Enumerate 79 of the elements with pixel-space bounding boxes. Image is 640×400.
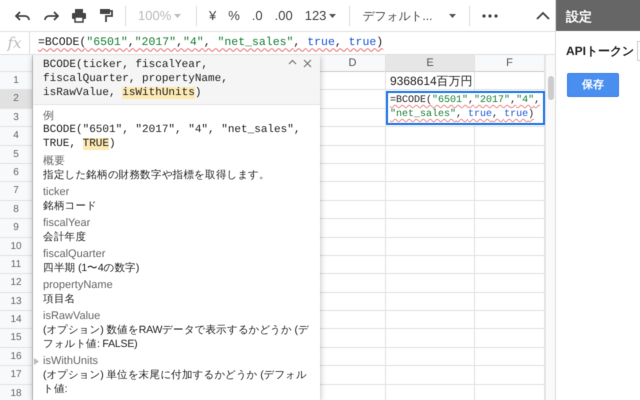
row-header[interactable]: 7 [0,182,33,201]
collapse-icon [536,11,550,20]
caret-icon [328,12,338,20]
formula-input[interactable]: =BCODE("6501","2017","4", "net_sales", true, true) [30,34,384,52]
corner-cell[interactable] [0,55,33,72]
table-cell[interactable] [386,164,475,182]
section-text: 指定した銘柄の財務数字や指標を取得します。 [43,168,271,182]
example-code: BCODE("6501", "2017", "4", "net_sales", TRUE, TRUE) [43,123,302,151]
decrease-decimals-button[interactable]: .0 [246,7,268,24]
row-header[interactable]: 1 [0,72,33,90]
table-cell[interactable] [386,200,475,220]
section-label: 例 [43,109,55,123]
row-header[interactable]: 18 [0,384,33,400]
table-cell[interactable] [386,146,475,164]
section-text: 銘柄コード [43,199,98,213]
section-label: ticker [43,185,70,199]
caret-icon [173,12,182,20]
scrollbar-track[interactable] [545,55,555,400]
table-cell[interactable] [386,292,475,312]
font-dropdown[interactable]: デフォルト... [357,8,462,24]
section-label: fiscalQuarter [43,247,106,261]
row-header[interactable]: 15 [0,329,33,348]
row-header[interactable]: 10 [0,238,33,256]
column-header[interactable]: D [320,55,386,72]
section-label: propertyName [43,278,114,292]
table-cell[interactable] [386,329,475,348]
cell-editor[interactable]: =BCODE("6501","2017","4", "net_sales", true, true) [386,91,545,125]
function-label: fx [0,32,30,54]
row-header[interactable]: 13 [0,292,33,312]
section-text: 項目名 [43,292,76,306]
row-header[interactable]: 3 [0,108,33,128]
print-icon [71,8,87,23]
panel-title: 設定 [556,0,640,31]
scrollbar-thumb[interactable] [548,76,554,100]
row-header[interactable]: 14 [0,311,33,330]
percent-button[interactable]: % [223,7,245,24]
column-header[interactable]: F [475,55,545,72]
section-label: fiscalYear [43,216,92,230]
function-signature: BCODE(ticker, fiscalYear, fiscalQuarter, propertyName, isRawValue, isWithUnits) [43,58,229,100]
table-cell[interactable] [386,311,475,330]
table-cell[interactable] [386,348,475,366]
redo-icon [43,8,59,22]
row-header[interactable]: 6 [0,164,33,182]
section-text: (オプション) 数値をRAWデータで表示するかどうか (デフォルト値: FALSE) [43,323,310,351]
table-cell[interactable] [386,274,475,293]
table-cell[interactable] [386,238,475,256]
column-header[interactable]: E [386,55,475,72]
save-button[interactable]: 保存 [567,73,619,97]
undo-icon [15,8,31,22]
paint-format-icon [99,8,113,23]
row-header[interactable]: 9 [0,219,33,238]
row-header[interactable]: 12 [0,274,33,293]
field-label: APIトークン [566,43,634,60]
row-header[interactable]: 5 [0,146,33,164]
row-header[interactable]: 16 [0,348,33,366]
number-format-dropdown[interactable]: 123 [300,7,342,24]
section-label: isRawValue [43,309,102,323]
section-label: 概要 [43,154,66,168]
table-cell[interactable] [386,182,475,201]
table-cell[interactable] [386,366,475,385]
row-header[interactable]: 17 [0,366,33,385]
caret-icon [448,12,458,20]
section-text: (オプション) 単位を末尾に付加するかどうか (デフォルト値: [43,368,308,396]
row-header[interactable]: 4 [0,127,33,146]
more-icon [482,14,498,18]
table-cell[interactable] [386,219,475,238]
table-cell[interactable]: 9368614百万円 [386,72,475,90]
collapse-icon [288,59,297,65]
section-label: isWithUnits [43,354,100,368]
row-header[interactable]: 2 [0,90,33,109]
section-text: 会計年度 [43,230,88,244]
section-text: 四半期 (1〜4の数字) [43,261,140,275]
close-icon [303,59,312,68]
table-cell[interactable] [386,256,475,274]
row-header[interactable]: 11 [0,256,33,274]
row-header[interactable]: 8 [0,200,33,220]
increase-decimals-button[interactable]: .00 [270,7,298,24]
table-cell[interactable] [386,127,475,146]
currency-button[interactable]: ¥ [204,7,222,24]
